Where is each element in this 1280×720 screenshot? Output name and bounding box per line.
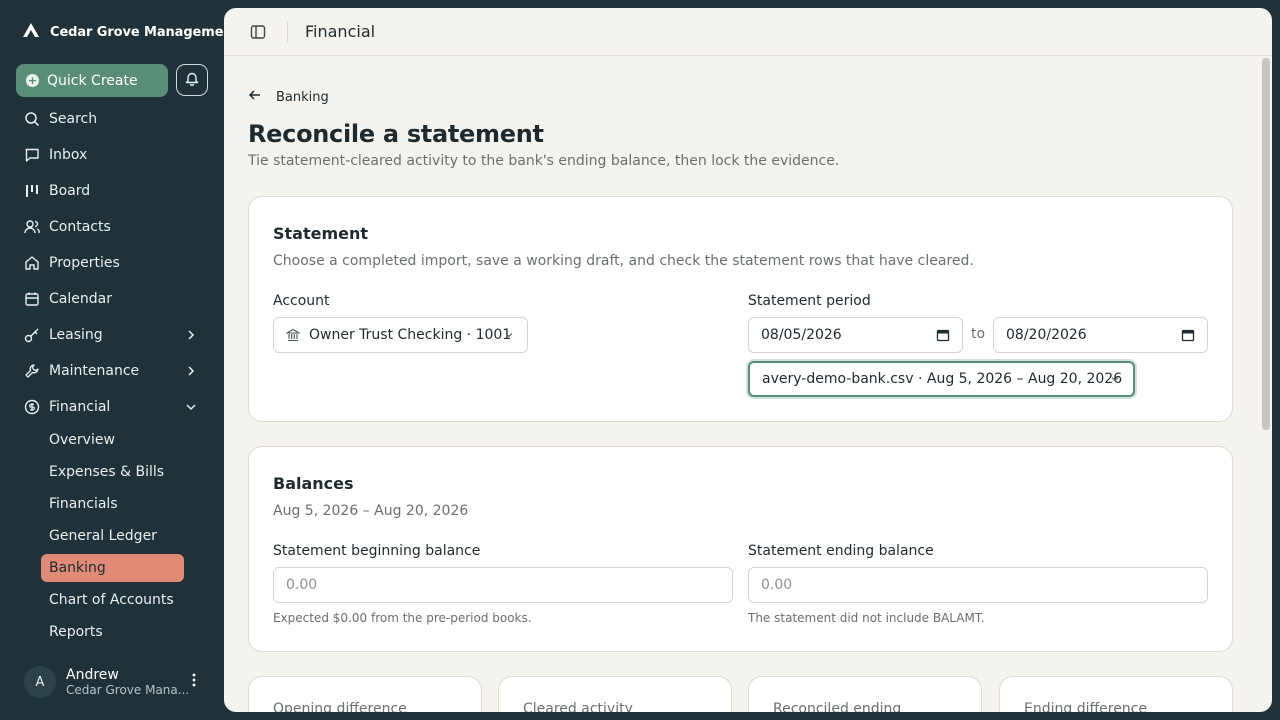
statement-subtitle: Choose a completed import, save a workin… xyxy=(273,253,974,269)
nav-inbox[interactable]: Inbox xyxy=(16,140,208,170)
board-icon xyxy=(24,183,40,199)
notifications-button[interactable] xyxy=(176,64,208,96)
search-icon xyxy=(24,111,40,127)
main-content: Financial Banking Reconcile a statement … xyxy=(224,8,1272,712)
period-label: Statement period xyxy=(748,293,871,309)
nav-contacts[interactable]: Contacts xyxy=(16,212,208,242)
statement-title: Statement xyxy=(273,224,369,243)
chevron-right-icon xyxy=(184,328,198,346)
sidebar-item-chart-of-accounts[interactable]: Chart of Accounts xyxy=(41,586,184,614)
chevron-right-icon xyxy=(184,364,198,382)
calendar-icon xyxy=(24,291,40,307)
page-subtitle: Tie statement-cleared activity to the ba… xyxy=(248,153,840,169)
nav-label: Leasing xyxy=(49,327,103,343)
bank-icon xyxy=(286,328,300,342)
more-vertical-icon[interactable] xyxy=(192,672,196,692)
chevron-down-icon xyxy=(184,400,198,418)
start-date-input[interactable]: 08/05/2026 xyxy=(748,317,963,353)
nav-label: Maintenance xyxy=(49,363,140,379)
arrow-left-icon xyxy=(248,88,262,106)
stat-label: Opening difference xyxy=(273,701,407,712)
beginning-balance-label: Statement beginning balance xyxy=(273,543,481,559)
contacts-icon xyxy=(24,219,40,235)
calendar-icon[interactable] xyxy=(936,328,950,346)
nav-financial[interactable]: Financial xyxy=(16,392,208,422)
nav-label: Properties xyxy=(49,255,120,271)
back-link[interactable]: Banking xyxy=(248,88,329,106)
ending-balance-input[interactable]: 0.00 xyxy=(748,567,1208,603)
sidebar-toggle-icon[interactable] xyxy=(250,24,266,44)
balances-card: Balances Aug 5, 2026 – Aug 20, 2026 Stat… xyxy=(248,446,1233,652)
sidebar-item-overview[interactable]: Overview xyxy=(41,426,184,454)
logo-icon xyxy=(22,22,40,42)
nav-label: Contacts xyxy=(49,219,111,235)
nav-properties[interactable]: Properties xyxy=(16,248,208,278)
topbar: Financial xyxy=(224,8,1272,56)
nav-label: Board xyxy=(49,183,91,199)
to-label: to xyxy=(971,326,986,342)
start-date-value: 08/05/2026 xyxy=(761,327,842,343)
org-name: Cedar Grove Manageme... xyxy=(50,24,238,40)
sidebar-item-general-ledger[interactable]: General Ledger xyxy=(41,522,184,550)
plus-icon: + xyxy=(26,74,39,87)
home-icon xyxy=(24,255,40,271)
nav-label: Search xyxy=(49,111,98,127)
nav-label: Inbox xyxy=(49,147,88,163)
sidebar: Cedar Grove Manageme... + Quick Create S… xyxy=(0,0,238,720)
page-title: Reconcile a statement xyxy=(248,120,544,148)
balances-title: Balances xyxy=(273,474,354,493)
sidebar-item-reports[interactable]: Reports xyxy=(41,618,184,646)
back-label: Banking xyxy=(276,89,329,105)
divider xyxy=(287,22,288,42)
calendar-icon[interactable] xyxy=(1181,328,1195,346)
beginning-balance-hint: Expected $0.00 from the pre-period books… xyxy=(273,611,532,625)
key-icon xyxy=(24,327,40,343)
quick-create-button[interactable]: + Quick Create xyxy=(16,64,168,97)
sidebar-item-banking[interactable]: Banking xyxy=(41,554,184,582)
nav-label: Calendar xyxy=(49,291,112,307)
sidebar-item-expenses-bills[interactable]: Expenses & Bills xyxy=(41,458,184,486)
inbox-icon xyxy=(24,147,40,163)
opening-difference-card: Opening difference xyxy=(248,676,482,712)
beginning-balance-input[interactable]: 0.00 xyxy=(273,567,733,603)
balances-period: Aug 5, 2026 – Aug 20, 2026 xyxy=(273,503,469,519)
reconciled-ending-card: Reconciled ending xyxy=(748,676,982,712)
end-date-input[interactable]: 08/20/2026 xyxy=(993,317,1208,353)
account-label: Account xyxy=(273,293,330,309)
stat-label: Cleared activity xyxy=(523,701,633,712)
stat-label: Ending difference xyxy=(1024,701,1147,712)
user-menu[interactable]: A Andrew Cedar Grove Mana... xyxy=(24,662,208,702)
statement-card: Statement Choose a completed import, sav… xyxy=(248,196,1233,422)
user-org: Cedar Grove Mana... xyxy=(66,683,190,697)
wrench-icon xyxy=(24,363,40,379)
nav-label: Financial xyxy=(49,399,111,415)
account-value: Owner Trust Checking · 1001 xyxy=(309,327,512,343)
import-select[interactable]: avery-demo-bank.csv · Aug 5, 2026 – Aug … xyxy=(748,361,1135,397)
stat-label: Reconciled ending xyxy=(773,701,902,712)
nav-search[interactable]: Search xyxy=(16,104,208,134)
scrollbar[interactable] xyxy=(1262,58,1270,430)
chevron-down-icon xyxy=(1109,373,1121,389)
quick-create-label: Quick Create xyxy=(47,72,138,89)
avatar: A xyxy=(24,666,56,698)
ending-difference-card: Ending difference xyxy=(999,676,1233,712)
nav-calendar[interactable]: Calendar xyxy=(16,284,208,314)
nav-board[interactable]: Board xyxy=(16,176,208,206)
chevron-down-icon xyxy=(503,329,515,345)
dollar-icon xyxy=(24,399,40,415)
ending-balance-hint: The statement did not include BALAMT. xyxy=(748,611,985,625)
end-date-value: 08/20/2026 xyxy=(1006,327,1087,343)
ending-balance-label: Statement ending balance xyxy=(748,543,934,559)
account-select[interactable]: Owner Trust Checking · 1001 xyxy=(273,317,528,353)
nav-maintenance[interactable]: Maintenance xyxy=(16,356,208,386)
cleared-activity-card: Cleared activity xyxy=(498,676,732,712)
nav-leasing[interactable]: Leasing xyxy=(16,320,208,350)
import-value: avery-demo-bank.csv · Aug 5, 2026 – Aug … xyxy=(762,371,1123,387)
page-section-title: Financial xyxy=(305,22,376,41)
brand[interactable]: Cedar Grove Manageme... xyxy=(22,22,238,42)
user-name: Andrew xyxy=(66,667,119,683)
sidebar-item-financials[interactable]: Financials xyxy=(41,490,184,518)
bell-icon xyxy=(185,71,199,90)
